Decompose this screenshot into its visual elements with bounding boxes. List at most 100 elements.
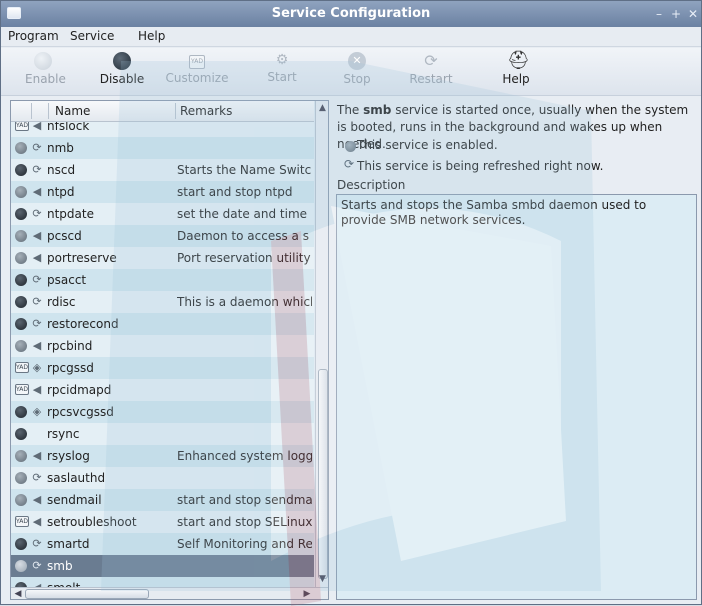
menu-service[interactable]: Service [70,29,114,43]
enable-button[interactable]: Enable [25,52,66,92]
close-icon[interactable]: ✕ [685,6,701,22]
xinetd-service-icon: ◈ [32,361,42,374]
toolbar: Enable Disable YAD Customize ⚙ Start ✕ S… [1,48,701,96]
disable-button[interactable]: Disable [97,52,147,92]
column-name-header[interactable]: Name [55,104,90,118]
service-row-psacct[interactable]: ⟳ psacct [11,269,314,291]
service-row-rsyslog[interactable]: ◀ rsyslog Enhanced system logg [11,445,314,467]
restart-button[interactable]: ⟳ Restart [407,52,455,92]
enabled-status-icon [345,141,356,152]
disabled-status-icon [15,472,27,484]
service-name-cell: setroubleshoot [47,515,137,529]
service-name-cell: rpcbind [47,339,93,353]
service-name-cell: nfslock [47,122,90,133]
title-bar: Service Configuration – + ✕ [1,1,701,27]
enabled-status-icon [15,208,27,220]
help-button[interactable]: ⛑ Help [501,52,531,92]
service-row-restorecond[interactable]: ⟳ restorecond [11,313,314,335]
service-remarks-cell: Starts the Name Switc [177,163,312,177]
menu-bar: Program Service Help [1,27,701,47]
service-remarks-cell: start and stop SELinux [177,515,312,529]
service-name: smb [363,103,392,117]
description-label: Description [337,178,406,192]
service-state-icon: ⟳ [32,537,42,550]
vertical-scroll-thumb[interactable] [318,369,328,579]
service-row-setroubleshoot[interactable]: YAD ◀ setroubleshoot start and stop SELinux [11,511,314,533]
stop-button[interactable]: ✕ Stop [340,52,374,92]
service-row-saslauthd[interactable]: ⟳ saslauthd [11,467,314,489]
service-remarks-cell: This is a daemon which [177,295,312,309]
column-separator [31,103,32,119]
service-name-cell: ntpd [47,185,75,199]
horizontal-scroll-thumb[interactable] [25,589,149,599]
restart-icon: ⟳ [424,51,438,70]
scroll-up-icon[interactable]: ▲ [317,102,328,114]
service-state-icon: ⟳ [32,273,42,286]
horizontal-scrollbar[interactable]: ◀ ▶ [11,587,328,599]
column-separator [48,103,49,119]
service-name-cell: pcscd [47,229,82,243]
enabled-status-icon [15,538,27,550]
service-row-rpcidmapd[interactable]: YAD ◀ rpcidmapd [11,379,314,401]
service-row-ntpdate[interactable]: ⟳ ntpdate set the date and time [11,203,314,225]
service-row-ntpd[interactable]: ◀ ntpd start and stop ntpd [11,181,314,203]
service-name-cell: saslauthd [47,471,106,485]
service-remarks-cell: start and stop ntpd [177,185,293,199]
service-row-rpcsvcgssd[interactable]: ◈ rpcsvcgssd [11,401,314,423]
help-lifebuoy-icon: ⛑ [507,50,530,71]
service-remarks-cell: Enhanced system logg [177,449,312,463]
service-remarks-cell: Daemon to access a s [177,229,309,243]
service-name-cell: smartd [47,537,90,551]
service-row-nmb[interactable]: ⟳ nmb [11,137,314,159]
customized-status-icon: YAD [15,384,29,395]
scroll-left-icon[interactable]: ◀ [12,588,24,599]
service-row-smb[interactable]: ⟳ smb [11,555,314,577]
customized-status-icon: YAD [15,516,29,527]
enabled-status-icon [15,164,27,176]
service-row-rsync[interactable]: rsync [11,423,314,445]
service-row-portreserve[interactable]: ◀ portreserve Port reservation utility [11,247,314,269]
menu-program[interactable]: Program [8,29,59,43]
service-row-nscd[interactable]: ⟳ nscd Starts the Name Switc [11,159,314,181]
service-name-cell: rpcidmapd [47,383,112,397]
list-header: Name Remarks [11,101,314,122]
service-row-nfslock[interactable]: YAD ◀ nfslock [11,122,314,137]
service-state-icon: ⟳ [32,163,42,176]
service-row-rpcbind[interactable]: ◀ rpcbind [11,335,314,357]
enabled-status-icon [15,318,27,330]
disabled-status-icon [15,450,27,462]
enabled-status-icon [15,274,27,286]
runlevel-service-icon: ◀ [32,229,42,242]
runlevel-service-icon: ◀ [32,493,42,506]
enable-icon [34,52,52,70]
service-row-smolt[interactable]: ◀smolt [11,577,314,587]
scroll-right-icon[interactable]: ▶ [301,588,313,599]
service-name-cell: rsync [47,427,80,441]
vertical-scrollbar[interactable]: ▲ ▼ [315,101,328,587]
service-row-smartd[interactable]: ⟳ smartd Self Monitoring and Re [11,533,314,555]
column-separator [175,103,176,119]
customize-button[interactable]: YAD Customize [163,52,231,92]
enabled-status-icon [15,428,27,440]
start-button[interactable]: ⚙ Start [265,52,299,92]
service-name-cell: restorecond [47,317,119,331]
service-row-sendmail[interactable]: ◀ sendmail start and stop sendma [11,489,314,511]
disabled-status-icon [15,230,27,242]
service-row-rpcgssd[interactable]: YAD ◈ rpcgssd [11,357,314,379]
service-remarks-cell: start and stop sendma [177,493,312,507]
column-remarks-header[interactable]: Remarks [180,104,232,118]
service-list: Name Remarks YAD ◀ nfslock ⟳ nmb ⟳ nscd Starts … [10,100,329,600]
stop-icon: ✕ [348,52,366,70]
maximize-icon[interactable]: + [668,6,684,22]
enabled-status-icon [15,296,27,308]
runlevel-service-icon: ◀ [32,251,42,264]
runlevel-service-icon: ◀ [32,383,42,396]
menu-help[interactable]: Help [138,29,165,43]
runlevel-service-icon: ◀ [32,515,42,528]
minimize-icon[interactable]: – [651,6,667,22]
scroll-down-icon[interactable]: ▼ [317,573,328,585]
service-name-cell: portreserve [47,251,117,265]
service-row-pcscd[interactable]: ◀ pcscd Daemon to access a s [11,225,314,247]
service-row-rdisc[interactable]: ⟳ rdisc This is a daemon which [11,291,314,313]
service-state-icon: ⟳ [32,207,42,220]
